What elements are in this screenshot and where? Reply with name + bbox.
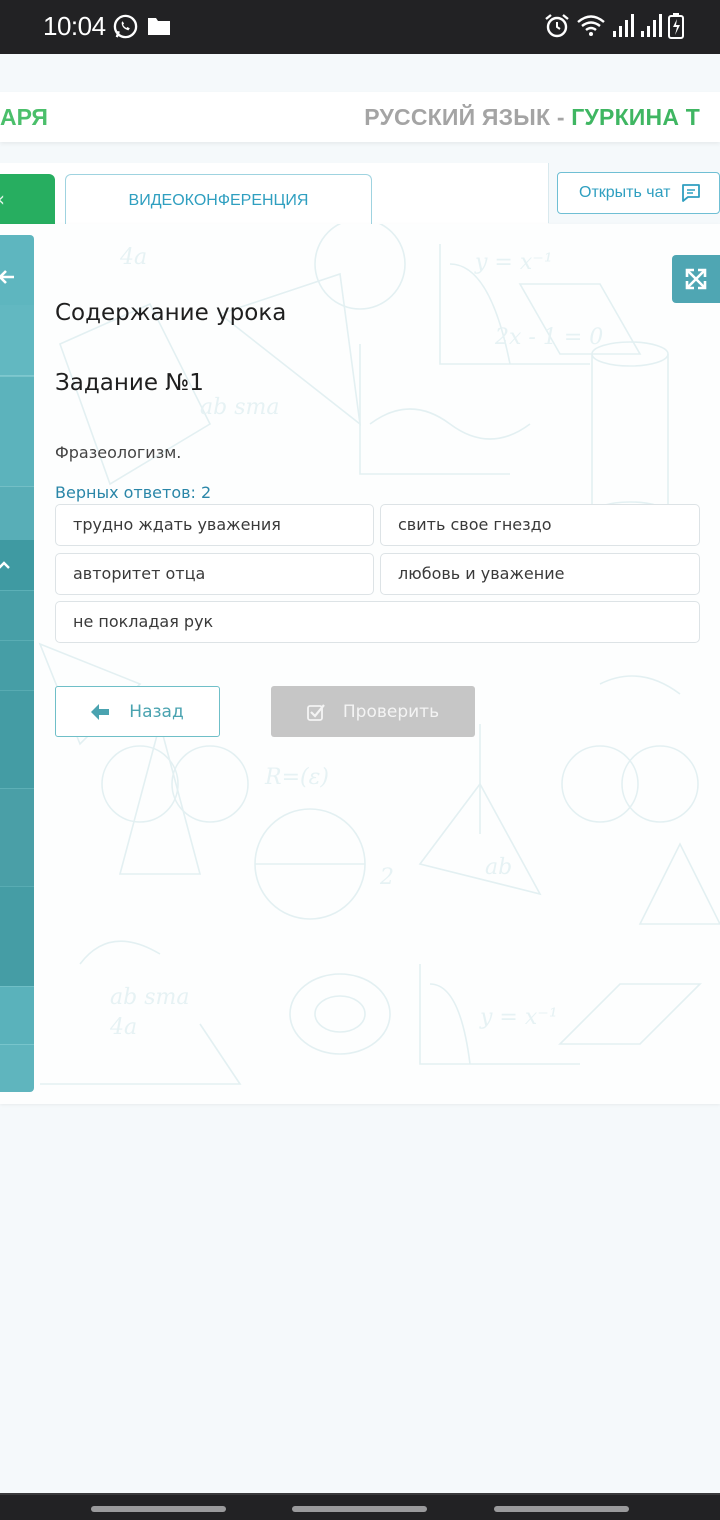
answer-option[interactable]: авторитет отца xyxy=(55,553,374,595)
sidebar-segment-back[interactable] xyxy=(0,235,34,305)
svg-text:ab sma: ab sma xyxy=(200,395,279,420)
answer-option[interactable]: любовь и уважение xyxy=(380,553,700,595)
svg-text:R=(ε): R=(ε) xyxy=(264,765,329,790)
svg-text:4a: 4a xyxy=(109,1015,137,1040)
svg-text:2x - 1 = 0: 2x - 1 = 0 xyxy=(494,325,603,350)
check-button[interactable]: Проверить xyxy=(271,686,475,737)
banner-subject: РУССКИЙ ЯЗЫК - xyxy=(364,104,572,130)
arrow-left-icon xyxy=(91,703,110,720)
folder-icon xyxy=(148,18,170,35)
svg-text:y = x⁻¹: y = x⁻¹ xyxy=(479,1005,558,1030)
chevron-up-icon xyxy=(0,561,10,569)
banner-teacher: ГУРКИНА Т xyxy=(571,104,700,130)
fullscreen-button[interactable] xyxy=(672,255,720,303)
lesson-sidebar xyxy=(0,235,34,1092)
alarm-icon xyxy=(545,14,569,38)
svg-text:ab sma: ab sma xyxy=(110,985,189,1010)
status-bar: 10:04 xyxy=(0,0,720,54)
signal-icon xyxy=(613,14,634,37)
tab-lesson[interactable]: ‹ xyxy=(0,174,55,225)
correct-answers-count: Верных ответов: 2 xyxy=(55,483,212,502)
expand-arrows-icon xyxy=(685,268,707,290)
status-time: 10:04 xyxy=(43,11,106,41)
task-question: Фразеологизм. xyxy=(55,443,182,462)
lesson-banner: АРЯ РУССКИЙ ЯЗЫК - ГУРКИНА Т xyxy=(0,92,720,142)
whatsapp-icon xyxy=(113,14,138,39)
back-button[interactable]: Назад xyxy=(55,686,220,737)
back-button-label: Назад xyxy=(129,701,184,722)
answer-option[interactable]: трудно ждать уважения xyxy=(55,504,374,546)
battery-charging-icon xyxy=(668,13,684,39)
signal-icon xyxy=(641,14,662,37)
answer-option[interactable]: свить свое гнездо xyxy=(380,504,700,546)
arrow-left-icon xyxy=(0,270,14,284)
tab-chevron-icon: ‹ xyxy=(0,187,5,211)
svg-text:4a: 4a xyxy=(119,245,147,270)
task-title: Задание №1 xyxy=(55,370,204,396)
sidebar-segment-collapse[interactable] xyxy=(0,540,34,590)
svg-text:2: 2 xyxy=(379,865,394,890)
chat-icon xyxy=(681,184,700,202)
banner-subject-teacher: РУССКИЙ ЯЗЫК - ГУРКИНА Т xyxy=(364,104,700,131)
open-chat-label: Открыть чат xyxy=(579,184,671,201)
check-button-label: Проверить xyxy=(342,701,440,722)
nav-recent-apps[interactable] xyxy=(91,1506,226,1512)
svg-text:y = x⁻¹: y = x⁻¹ xyxy=(474,250,553,275)
svg-text:ab: ab xyxy=(485,855,512,880)
math-doodle-background: y = x⁻¹ 2x - 1 = 0 4a ab sma R=(ε) ab ab… xyxy=(38,224,720,1085)
lesson-title: Содержание урока xyxy=(55,300,287,326)
wifi-icon xyxy=(577,15,605,36)
status-icons xyxy=(544,13,684,39)
lesson-content-card: y = x⁻¹ 2x - 1 = 0 4a ab sma R=(ε) ab ab… xyxy=(0,224,720,1104)
tab-videoconference[interactable]: ВИДЕОКОНФЕРЕНЦИЯ xyxy=(65,174,372,226)
checkbox-checked-icon xyxy=(306,703,325,721)
system-navigation-bar xyxy=(0,1493,720,1520)
nav-home[interactable] xyxy=(292,1506,427,1512)
open-chat-button[interactable]: Открыть чат xyxy=(557,172,720,214)
answer-option[interactable]: не покладая рук xyxy=(55,601,700,643)
nav-back[interactable] xyxy=(494,1506,629,1512)
banner-date-fragment: АРЯ xyxy=(0,104,48,130)
